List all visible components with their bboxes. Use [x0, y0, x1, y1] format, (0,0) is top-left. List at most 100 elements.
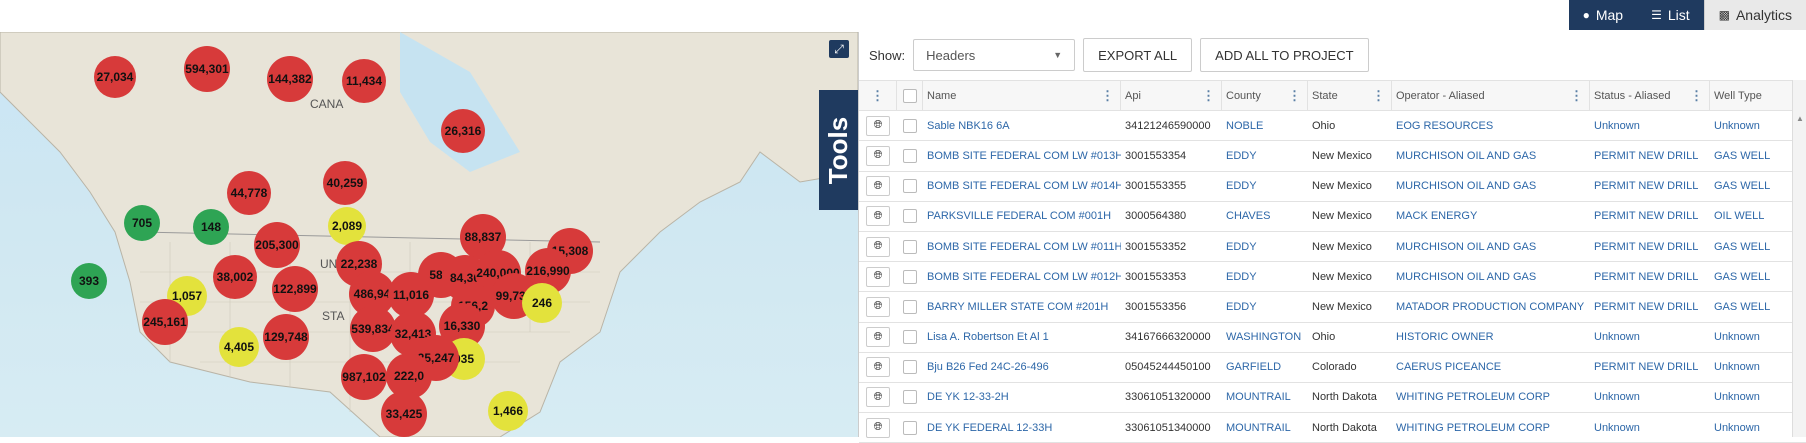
- cell-operator[interactable]: WHITING PETROLEUM CORP: [1392, 383, 1590, 412]
- select-all-checkbox[interactable]: [897, 81, 923, 111]
- cell-name[interactable]: Sable NBK16 6A: [923, 111, 1121, 140]
- globe-icon[interactable]: 🌐︎: [866, 417, 890, 438]
- cell-county[interactable]: EDDY: [1222, 172, 1308, 201]
- map-cluster-marker[interactable]: 987,102: [341, 354, 387, 400]
- globe-icon[interactable]: 🌐︎: [866, 387, 890, 408]
- cell-status[interactable]: Unknown: [1590, 323, 1710, 352]
- tab-map[interactable]: ● Map: [1568, 0, 1638, 30]
- cell-operator[interactable]: HISTORIC OWNER: [1392, 323, 1590, 352]
- cell-name[interactable]: BOMB SITE FEDERAL COM LW #011H: [923, 232, 1121, 261]
- row-map-button[interactable]: 🌐︎: [859, 292, 897, 321]
- row-map-button[interactable]: 🌐︎: [859, 232, 897, 261]
- row-checkbox[interactable]: [897, 202, 923, 231]
- map-cluster-marker[interactable]: 38,002: [213, 255, 257, 299]
- map-cluster-marker[interactable]: 144,382: [267, 56, 313, 102]
- map-cluster-marker[interactable]: 1,466: [488, 391, 528, 431]
- expand-map-button[interactable]: ⤢: [829, 40, 849, 58]
- table-row[interactable]: 🌐︎ BOMB SITE FEDERAL COM LW #012H 30015533…: [859, 262, 1806, 293]
- globe-icon[interactable]: 🌐︎: [866, 145, 890, 166]
- row-checkbox[interactable]: [897, 232, 923, 261]
- vertical-scrollbar[interactable]: ▲: [1792, 80, 1806, 437]
- globe-icon[interactable]: 🌐︎: [866, 266, 890, 287]
- cell-operator[interactable]: MATADOR PRODUCTION COMPANY: [1392, 292, 1590, 321]
- cell-operator[interactable]: MURCHISON OIL AND GAS: [1392, 232, 1590, 261]
- cell-operator[interactable]: MURCHISON OIL AND GAS: [1392, 141, 1590, 170]
- map-cluster-marker[interactable]: 26,316: [441, 109, 485, 153]
- cell-operator[interactable]: WHITING PETROLEUM CORP: [1392, 413, 1590, 442]
- header-state[interactable]: State ⋮: [1308, 81, 1392, 111]
- cell-name[interactable]: BOMB SITE FEDERAL COM LW #013H: [923, 141, 1121, 170]
- map-cluster-marker[interactable]: 129,748: [263, 314, 309, 360]
- header-county[interactable]: County ⋮: [1222, 81, 1308, 111]
- table-row[interactable]: 🌐︎ PARKSVILLE FEDERAL COM #001H 3000564380…: [859, 202, 1806, 232]
- tab-list[interactable]: ☰ List: [1637, 0, 1704, 30]
- table-row[interactable]: 🌐︎ BARRY MILLER STATE COM #201H 3001553356…: [859, 292, 1806, 323]
- row-map-button[interactable]: 🌐︎: [859, 262, 897, 291]
- cell-county[interactable]: WASHINGTON: [1222, 323, 1308, 352]
- map-cluster-marker[interactable]: 205,300: [254, 222, 300, 268]
- header-operator[interactable]: Operator - Aliased ⋮: [1392, 81, 1590, 111]
- column-menu-icon[interactable]: ⋮: [1690, 88, 1703, 104]
- cell-county[interactable]: EDDY: [1222, 292, 1308, 321]
- table-row[interactable]: 🌐︎ Sable NBK16 6A 34121246590000 NOBLE Ohio E…: [859, 111, 1806, 142]
- table-row[interactable]: 🌐︎ BOMB SITE FEDERAL COM LW #011H 30015533…: [859, 232, 1806, 263]
- cell-county[interactable]: GARFIELD: [1222, 353, 1308, 382]
- cell-county[interactable]: CHAVES: [1222, 202, 1308, 231]
- map-cluster-marker[interactable]: 27,034: [94, 56, 136, 98]
- globe-icon[interactable]: 🌐︎: [866, 327, 890, 348]
- map-cluster-marker[interactable]: 44,778: [227, 171, 271, 215]
- map-cluster-marker[interactable]: 33,425: [381, 391, 427, 437]
- cell-status[interactable]: PERMIT NEW DRILL: [1590, 292, 1710, 321]
- cell-status[interactable]: PERMIT NEW DRILL: [1590, 262, 1710, 291]
- row-checkbox[interactable]: [897, 172, 923, 201]
- globe-icon[interactable]: 🌐︎: [866, 296, 890, 317]
- cell-operator[interactable]: MACK ENERGY: [1392, 202, 1590, 231]
- tools-tab[interactable]: Tools: [819, 90, 858, 210]
- globe-icon[interactable]: 🌐︎: [866, 115, 890, 136]
- row-map-button[interactable]: 🌐︎: [859, 413, 897, 442]
- row-checkbox[interactable]: [897, 323, 923, 352]
- header-name[interactable]: Name ⋮: [923, 81, 1121, 111]
- row-map-button[interactable]: 🌐︎: [859, 202, 897, 231]
- cell-name[interactable]: DE YK 12-33-2H: [923, 383, 1121, 412]
- header-menu-icon[interactable]: ⋮: [859, 81, 897, 111]
- cell-name[interactable]: PARKSVILLE FEDERAL COM #001H: [923, 202, 1121, 231]
- map-cluster-marker[interactable]: 245,161: [142, 299, 188, 345]
- row-map-button[interactable]: 🌐︎: [859, 141, 897, 170]
- cell-name[interactable]: BARRY MILLER STATE COM #201H: [923, 292, 1121, 321]
- map-view[interactable]: CANA UN STA 27,034 594,301 144,382 11,434 26…: [0, 32, 858, 437]
- map-cluster-marker[interactable]: 539,834: [350, 306, 396, 352]
- row-checkbox[interactable]: [897, 111, 923, 140]
- column-menu-icon[interactable]: ⋮: [1101, 88, 1114, 104]
- globe-icon[interactable]: 🌐︎: [866, 236, 890, 257]
- row-map-button[interactable]: 🌐︎: [859, 111, 897, 140]
- column-menu-icon[interactable]: ⋮: [1570, 88, 1583, 104]
- export-all-button[interactable]: EXPORT ALL: [1083, 38, 1193, 72]
- map-cluster-marker[interactable]: 705: [124, 205, 160, 241]
- row-checkbox[interactable]: [897, 413, 923, 442]
- cell-status[interactable]: Unknown: [1590, 383, 1710, 412]
- row-checkbox[interactable]: [897, 383, 923, 412]
- cell-county[interactable]: NOBLE: [1222, 111, 1308, 140]
- cell-name[interactable]: BOMB SITE FEDERAL COM LW #012H: [923, 262, 1121, 291]
- map-cluster-marker[interactable]: 594,301: [184, 46, 230, 92]
- globe-icon[interactable]: 🌐︎: [866, 206, 890, 227]
- globe-icon[interactable]: 🌐︎: [866, 176, 890, 197]
- row-map-button[interactable]: 🌐︎: [859, 353, 897, 382]
- column-menu-icon[interactable]: ⋮: [1288, 88, 1301, 104]
- globe-icon[interactable]: 🌐︎: [866, 357, 890, 378]
- cell-county[interactable]: EDDY: [1222, 262, 1308, 291]
- add-all-to-project-button[interactable]: ADD ALL TO PROJECT: [1200, 38, 1369, 72]
- cell-name[interactable]: Bju B26 Fed 24C-26-496: [923, 353, 1121, 382]
- cell-county[interactable]: EDDY: [1222, 141, 1308, 170]
- row-map-button[interactable]: 🌐︎: [859, 172, 897, 201]
- table-row[interactable]: 🌐︎ Bju B26 Fed 24C-26-496 05045244450100 GA…: [859, 353, 1806, 383]
- cell-name[interactable]: DE YK FEDERAL 12-33H: [923, 413, 1121, 442]
- column-menu-icon[interactable]: ⋮: [1202, 88, 1215, 104]
- header-api[interactable]: Api ⋮: [1121, 81, 1222, 111]
- table-row[interactable]: 🌐︎ Lisa A. Robertson Et Al 1 3416766632000…: [859, 323, 1806, 353]
- row-map-button[interactable]: 🌐︎: [859, 383, 897, 412]
- cell-status[interactable]: Unknown: [1590, 413, 1710, 442]
- cell-status[interactable]: PERMIT NEW DRILL: [1590, 202, 1710, 231]
- map-cluster-marker[interactable]: 393: [71, 263, 107, 299]
